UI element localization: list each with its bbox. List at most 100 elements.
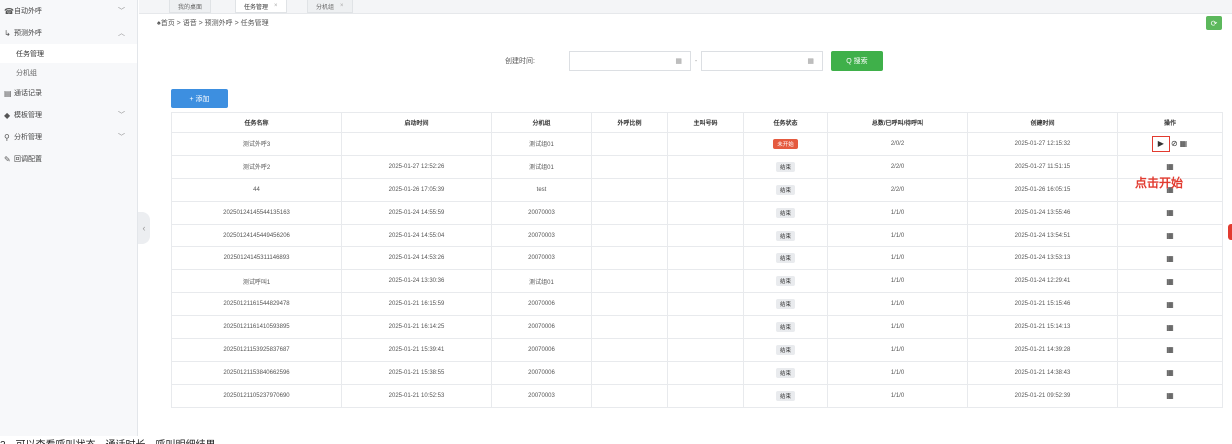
table-row: 20250121153840662596 2025-01-21 15:38:55 2… (171, 360, 1223, 385)
table-cell: 2025-01-26 16:05:15 (967, 177, 1118, 202)
table-cell: 2025-01-21 15:38:55 (341, 360, 492, 385)
sidebar-sub-item[interactable]: 分机组 (0, 63, 137, 82)
calendar-icon: ▦ (807, 58, 814, 65)
start-date-input[interactable]: ▦ (569, 51, 691, 71)
create-time-label: 创建时间: (505, 58, 535, 65)
status-badge: 结束 (775, 344, 795, 355)
table-cell: 1/1/0 (827, 246, 968, 271)
sidebar-item[interactable]: ✎ 回调配置 (0, 148, 137, 170)
status-badge: 结束 (775, 161, 795, 172)
table-cell: 2025-01-21 14:38:43 (967, 360, 1118, 385)
table-cell: 1/1/0 (827, 338, 968, 362)
table-cell (667, 223, 744, 248)
refresh-icon: ⟳ (1210, 18, 1218, 28)
table-cell: 20250121153925837687 (171, 338, 342, 362)
tab-task-management[interactable]: 任务管理 × (235, 0, 287, 13)
sidebar-item-label: 分析管理 (14, 134, 42, 141)
sidebar-collapse-handle[interactable]: ‹ (138, 212, 150, 244)
detail-icon[interactable]: ▦ (1180, 139, 1188, 148)
close-icon[interactable]: × (340, 3, 344, 9)
sidebar-sub-item[interactable]: 任务管理 (0, 44, 137, 63)
table-cell (667, 360, 744, 385)
status-cell: 结束 (743, 383, 828, 408)
analysis-icon: ⚲ (4, 132, 10, 142)
detail-icon[interactable]: ▦ (1166, 391, 1174, 400)
detail-icon[interactable]: ▦ (1166, 368, 1174, 377)
sidebar-item[interactable]: ☎ 自动外呼 ﹀ (0, 0, 137, 22)
table-cell (667, 246, 744, 271)
operation-cell: ▦ (1117, 223, 1223, 248)
sidebar: ☎ 自动外呼 ﹀ ↳ 预测外呼 ︿ 任务管理 分机组 ▤ 通话记录 ◆ 模板管理 ﹀ ⚲ 分析管理 ﹀ ✎ 回调配… (0, 0, 138, 436)
table-cell: 2025-01-26 17:05:39 (341, 177, 492, 202)
task-table: 任务名称 启动时间 分机组 外呼比例 主叫号码 任务状态 总数/已呼叫/待呼叫 创建时间 操作 … (171, 112, 1223, 408)
close-icon[interactable]: × (274, 3, 278, 9)
table-cell: 测试组01 (491, 269, 592, 294)
column-header: 分机组 (491, 112, 592, 133)
table-cell: 2/0/2 (827, 132, 968, 156)
status-cell: 未开始 (743, 132, 828, 156)
status-cell: 结束 (743, 360, 828, 385)
tab-desktop[interactable]: 我的桌面 (169, 0, 212, 13)
date-range-dash: - (694, 57, 698, 65)
column-header: 任务状态 (743, 112, 828, 133)
detail-icon[interactable]: ▦ (1166, 277, 1174, 286)
table-cell: 20250121161544829478 (171, 292, 342, 317)
table-cell: 测试呼叫1 (171, 269, 342, 294)
table-cell: 2025-01-24 14:55:04 (341, 223, 492, 248)
detail-icon[interactable]: ▦ (1166, 208, 1174, 217)
sidebar-item-label: 分机组 (16, 69, 37, 77)
table-cell: 1/1/0 (827, 360, 968, 385)
sidebar-item[interactable]: ⚲ 分析管理 ﹀ (0, 126, 137, 148)
column-header: 启动时间 (341, 112, 492, 133)
status-cell: 结束 (743, 200, 828, 225)
stop-icon[interactable]: ⊘ (1171, 139, 1178, 148)
detail-icon[interactable]: ▦ (1166, 323, 1174, 332)
table-cell (591, 338, 668, 362)
table-cell: 20070003 (491, 223, 592, 248)
detail-icon[interactable]: ▦ (1166, 231, 1174, 240)
table-cell (591, 223, 668, 248)
phone-icon: ☎ (4, 6, 14, 16)
table-cell: 20250124145311146893 (171, 246, 342, 271)
table-row: 20250121105237970690 2025-01-21 10:52:53 2… (171, 383, 1223, 408)
detail-icon[interactable]: ▦ (1166, 162, 1174, 171)
column-header: 任务名称 (171, 112, 342, 133)
detail-icon[interactable]: ▦ (1166, 345, 1174, 354)
detail-icon[interactable]: ▦ (1166, 254, 1174, 263)
operation-cell: ▦ (1117, 315, 1223, 340)
table-row: 20250121153925837687 2025-01-21 15:39:41 2… (171, 338, 1223, 362)
sidebar-item[interactable]: ▤ 通话记录 (0, 82, 137, 104)
detail-icon[interactable]: ▦ (1166, 300, 1174, 309)
status-badge: 结束 (775, 253, 795, 264)
refresh-button[interactable]: ⟳ (1206, 16, 1222, 30)
play-icon[interactable]: ▶ (1151, 135, 1170, 152)
table-cell: 20070006 (491, 338, 592, 362)
table-cell (591, 315, 668, 340)
table-row: 20250124145449456206 2025-01-24 14:55:04 2… (171, 223, 1223, 248)
end-date-input[interactable]: ▦ (701, 51, 823, 71)
status-cell: 结束 (743, 338, 828, 362)
table-cell: 测试组01 (491, 154, 592, 179)
table-cell: 1/1/0 (827, 200, 968, 225)
table-cell: 1/1/0 (827, 223, 968, 248)
sidebar-item[interactable]: ◆ 模板管理 ﹀ (0, 104, 137, 126)
table-cell (667, 269, 744, 294)
sidebar-item[interactable]: ↳ 预测外呼 ︿ (0, 22, 137, 44)
table-cell: 2025-01-24 13:30:36 (341, 269, 492, 294)
table-cell (667, 315, 744, 340)
table-cell: 2025-01-21 09:52:39 (967, 383, 1118, 408)
sidebar-item-label: 自动外呼 (14, 8, 42, 15)
table-cell (591, 154, 668, 179)
click-start-annotation: 点击开始 (1135, 176, 1184, 190)
right-edge-handle[interactable] (1228, 224, 1232, 240)
sidebar-item-label: 回调配置 (14, 156, 42, 163)
add-button[interactable]: + 添加 (171, 89, 228, 108)
search-button[interactable]: Q 搜索 (831, 51, 883, 71)
table-cell: 2025-01-21 15:14:13 (967, 315, 1118, 340)
tab-extension-group[interactable]: 分机组 × (307, 0, 353, 13)
table-cell (667, 132, 744, 156)
table-cell: 2025-01-24 13:55:46 (967, 200, 1118, 225)
status-badge: 结束 (775, 367, 795, 378)
tab-label: 我的桌面 (178, 4, 203, 11)
table-cell: 20070003 (491, 200, 592, 225)
